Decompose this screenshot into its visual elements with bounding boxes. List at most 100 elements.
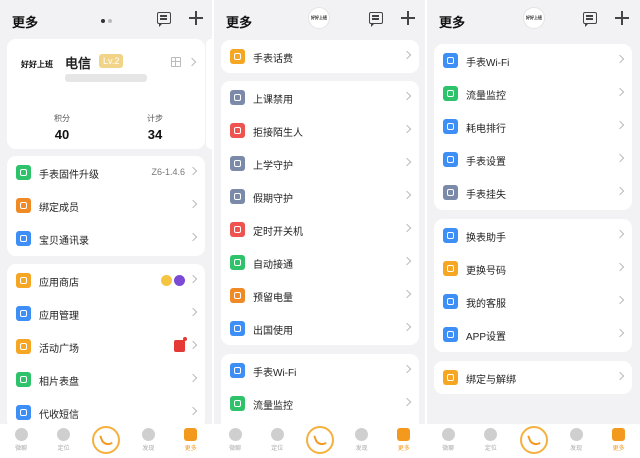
- chevron-right-icon: [615, 120, 625, 130]
- watch-avatar[interactable]: 好好上班: [308, 7, 330, 29]
- menu-item[interactable]: APP设置: [434, 318, 632, 351]
- tab-label: 发现: [355, 446, 368, 452]
- call-button[interactable]: [92, 426, 120, 454]
- bottom-tab-bar: 微聊 定位 发现 更多: [0, 424, 212, 458]
- chevron-right-icon: [402, 157, 412, 167]
- chevron-right-icon: [402, 289, 412, 299]
- upload-icon: [16, 165, 31, 180]
- menu-item[interactable]: 手表固件升级 Z6-1.4.6: [7, 156, 205, 189]
- menu-item[interactable]: 假期守护: [221, 180, 419, 213]
- message-icon[interactable]: [583, 12, 597, 27]
- call-button[interactable]: [305, 426, 334, 454]
- watch-settings-card: 手表Wi-Fi 流量监控耗电排行手表设置手表挂失: [434, 44, 632, 210]
- chat-tab[interactable]: 微聊: [433, 428, 463, 452]
- menu-item[interactable]: 自动接通: [221, 246, 419, 279]
- menu-item[interactable]: 出国使用: [221, 312, 419, 345]
- menu-item-label: 上课禁用: [253, 95, 293, 106]
- device-menu-card: 手表固件升级 Z6-1.4.6 绑定成员宝贝通讯录: [7, 156, 205, 256]
- traffic-icon: [230, 396, 245, 411]
- menu-item[interactable]: 应用管理: [7, 297, 205, 330]
- menu-item[interactable]: 定时开关机: [221, 213, 419, 246]
- promo-app-icon: [174, 275, 185, 286]
- discover-tab[interactable]: 发现: [347, 428, 377, 452]
- number-icon: [443, 261, 458, 276]
- menu-item[interactable]: 相片表盘: [7, 363, 205, 396]
- tab-label: 定位: [271, 446, 284, 452]
- menu-item[interactable]: 更换号码: [434, 252, 632, 285]
- menu-item[interactable]: 流量监控: [434, 77, 632, 110]
- discover-tab[interactable]: 发现: [133, 428, 163, 452]
- app-manage-icon: [16, 306, 31, 321]
- menu-item-label: 我的客服: [466, 299, 506, 310]
- block-icon: [230, 123, 245, 138]
- class-ban-icon: [230, 90, 245, 105]
- menu-item[interactable]: 绑定成员: [7, 189, 205, 222]
- steps-stat[interactable]: 计步 34: [125, 113, 185, 142]
- menu-item[interactable]: 上学守护: [221, 147, 419, 180]
- menu-item[interactable]: 拒接陌生人: [221, 114, 419, 147]
- more-icon: [612, 428, 626, 441]
- message-icon[interactable]: [369, 12, 383, 27]
- menu-item-label: 耗电排行: [466, 124, 506, 135]
- add-icon[interactable]: [401, 11, 415, 25]
- menu-item-label: 上学守护: [253, 161, 293, 172]
- menu-item[interactable]: 手表挂失: [434, 176, 632, 209]
- menu-item[interactable]: 流量监控: [221, 387, 419, 420]
- menu-item[interactable]: 手表设置: [434, 143, 632, 176]
- location-tab[interactable]: 定位: [262, 428, 292, 452]
- menu-item[interactable]: 我的客服: [434, 285, 632, 318]
- chevron-right-icon: [402, 322, 412, 332]
- chevron-right-icon: [402, 124, 412, 134]
- chevron-right-icon: [615, 153, 625, 163]
- photo-icon: [16, 372, 31, 387]
- chat-tab[interactable]: 微聊: [220, 428, 250, 452]
- menu-item-label: 活动广场: [39, 344, 79, 355]
- menu-item[interactable]: 绑定与解绑: [434, 361, 632, 394]
- bind-icon: [443, 370, 458, 385]
- menu-item[interactable]: 手表Wi-Fi: [434, 44, 632, 77]
- menu-item[interactable]: 活动广场: [7, 330, 205, 363]
- contacts-icon: [16, 231, 31, 246]
- discover-icon: [355, 428, 369, 441]
- menu-item[interactable]: 上课禁用: [221, 81, 419, 114]
- wifi-icon: [443, 53, 458, 68]
- menu-item[interactable]: 手表话费: [221, 40, 419, 73]
- discover-tab[interactable]: 发现: [561, 428, 591, 452]
- chevron-right-icon: [187, 57, 197, 67]
- battery-icon: [230, 288, 245, 303]
- chevron-right-icon: [188, 307, 198, 317]
- members-icon: [16, 198, 31, 213]
- more-tab[interactable]: 更多: [176, 428, 206, 452]
- add-icon[interactable]: [189, 11, 203, 25]
- bill-icon: [230, 49, 245, 64]
- location-tab[interactable]: 定位: [49, 428, 79, 452]
- watch-profile-card[interactable]: 好好上班 电信 Lv.2 积分 40 计步 34: [7, 39, 205, 149]
- screen-more-1: 更多 好好上班 电信 Lv.2 积分 40 计步 34 手表固件升级 Z6-1.4…: [0, 0, 212, 458]
- menu-item-label: 流量监控: [466, 91, 506, 102]
- watch-avatar[interactable]: 好好上班: [523, 7, 545, 29]
- menu-item[interactable]: 手表Wi-Fi: [221, 354, 419, 387]
- qr-code-icon[interactable]: [171, 57, 181, 67]
- points-stat[interactable]: 积分 40: [32, 113, 92, 142]
- chat-tab[interactable]: 微聊: [6, 428, 36, 452]
- menu-item[interactable]: 耗电排行: [434, 110, 632, 143]
- chevron-right-icon: [188, 340, 198, 350]
- menu-item-label: 更换号码: [466, 266, 506, 277]
- sms-icon: [16, 405, 31, 420]
- discover-icon: [141, 428, 155, 441]
- menu-item[interactable]: 宝贝通讯录: [7, 222, 205, 255]
- more-tab[interactable]: 更多: [604, 428, 634, 452]
- menu-item[interactable]: 预留电量: [221, 279, 419, 312]
- menu-item-label: 宝贝通讯录: [39, 236, 89, 247]
- menu-item[interactable]: 换表助手: [434, 219, 632, 252]
- menu-item-label: 相片表盘: [39, 377, 79, 388]
- more-tab[interactable]: 更多: [389, 428, 419, 452]
- chevron-right-icon: [402, 50, 412, 60]
- firmware-version: Z6-1.4.6: [151, 167, 185, 177]
- call-button[interactable]: [519, 426, 548, 454]
- menu-item-label: 手表挂失: [466, 190, 506, 201]
- location-tab[interactable]: 定位: [476, 428, 506, 452]
- add-icon[interactable]: [615, 11, 629, 25]
- menu-item[interactable]: 应用商店: [7, 264, 205, 297]
- message-icon[interactable]: [157, 12, 171, 27]
